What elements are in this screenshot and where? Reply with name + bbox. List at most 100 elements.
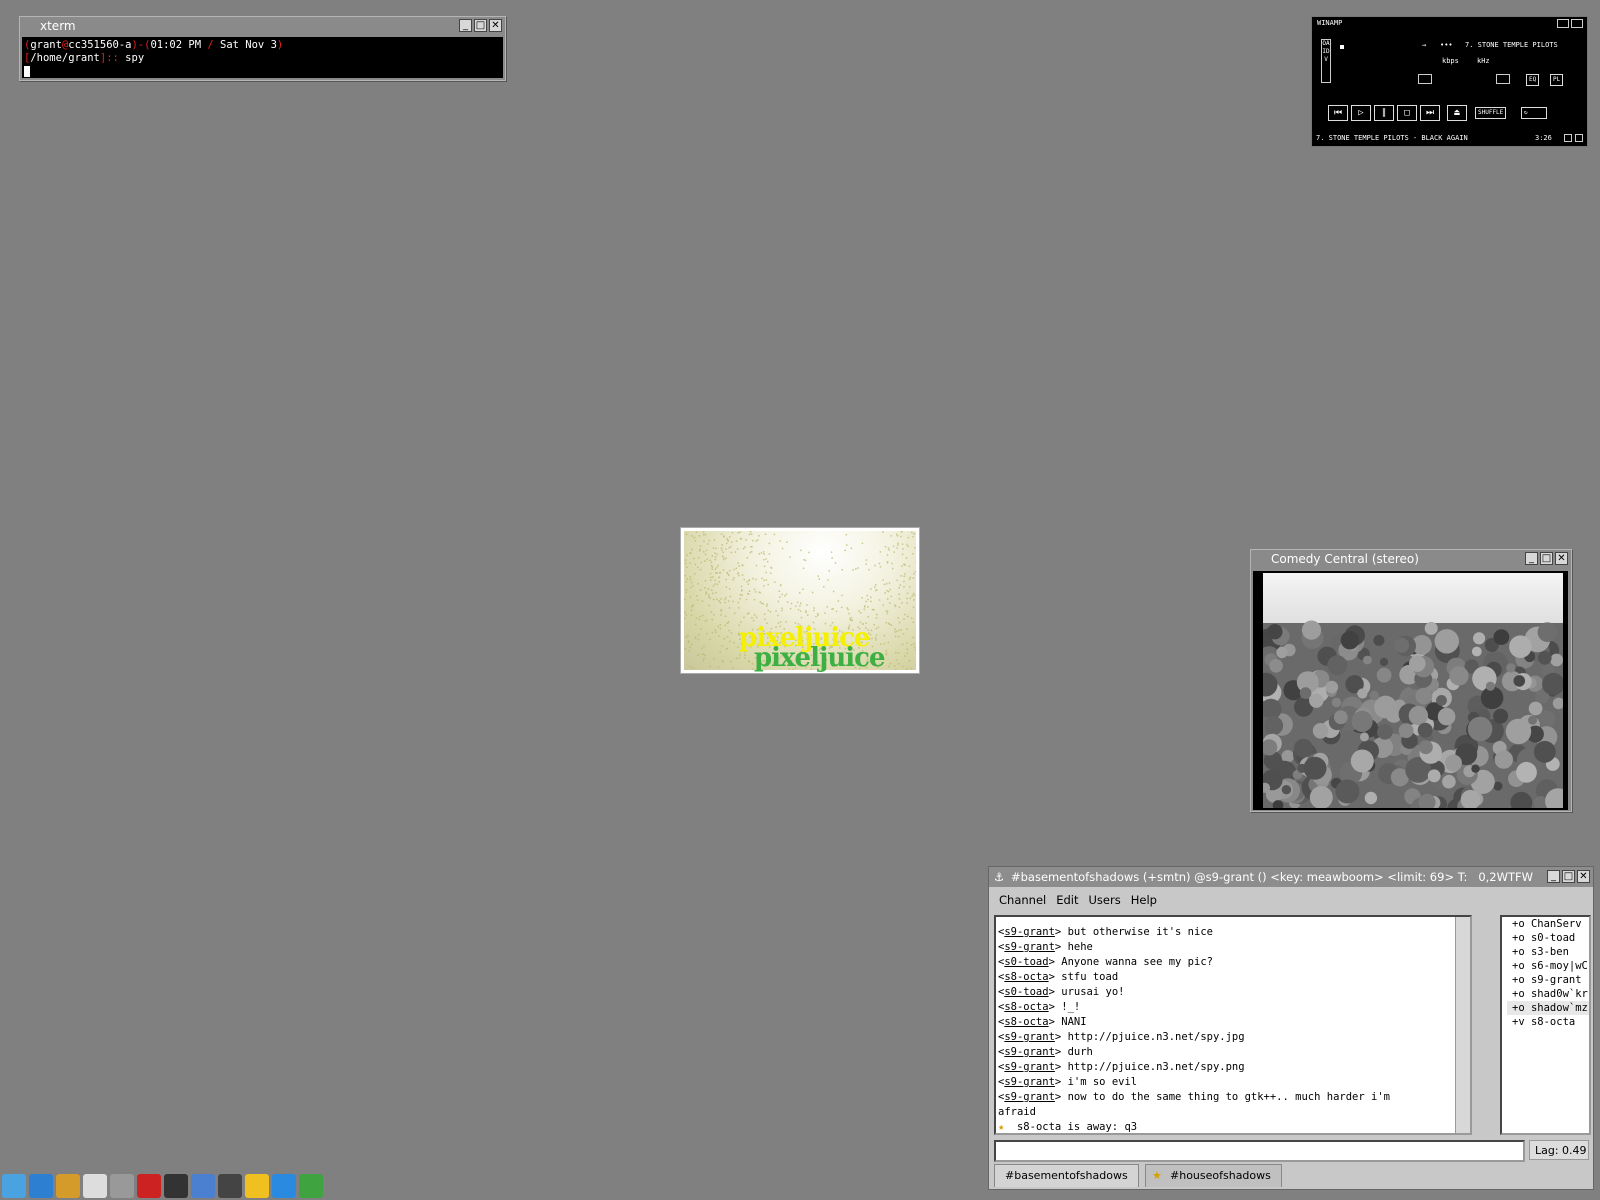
anchor-icon: ⚓ [994,870,1005,884]
terminal-area[interactable]: (grant@cc351560-a)-(01:02 PM / Sat Nov 3… [22,37,503,78]
tab-basementofshadows[interactable]: #basementofshadows [994,1164,1139,1187]
menu-users[interactable]: Users [1089,893,1121,907]
close-button[interactable]: ✕ [1555,552,1568,565]
chat-scrollbar[interactable] [1455,917,1470,1133]
chat-nick[interactable]: s8-octa [1004,1016,1048,1028]
winamp-options-button[interactable] [1557,19,1569,28]
chat-nick[interactable]: s9-grant [1004,926,1055,938]
user-list-item[interactable]: +o s3-ben [1507,945,1589,959]
winamp-player[interactable]: WINAMP OAIDV → ••• 7. STONE TEMPLE PILOT… [1311,16,1588,147]
launcher-dock [0,1174,323,1200]
chat-message: <s9-grant> durh [998,1046,1093,1058]
chat-nick[interactable]: s0-toad [1004,986,1048,998]
shuffle-button[interactable]: SHUFFLE [1475,107,1507,119]
menu-channel[interactable]: Channel [999,893,1046,907]
chat-nick[interactable]: s8-octa [1004,1001,1048,1013]
irc-titlebar[interactable]: ⚓ #basementofshadows (+smtn) @s9-grant (… [989,867,1593,887]
chat-nick[interactable]: s0-toad [1004,956,1048,968]
close-button[interactable]: ✕ [1577,870,1590,883]
pl-button[interactable]: PL [1550,74,1564,86]
chat-nick[interactable]: s9-grant [1004,1076,1055,1088]
khz-label: kHz [1477,57,1490,65]
terminal-cursor [24,65,30,77]
chat-nick[interactable]: s9-grant [1004,1061,1055,1073]
eject-button[interactable]: ⏏ [1447,105,1467,121]
restore-button[interactable] [1575,134,1583,142]
minimize-button[interactable]: _ [1547,870,1560,883]
message-input[interactable] [994,1140,1525,1162]
tv-titlebar[interactable]: Comedy Central (stereo) _ □ ✕ [1251,550,1571,568]
stop-indicator [1340,45,1344,49]
menu-help[interactable]: Help [1131,893,1157,907]
chat-nick[interactable]: s9-grant [1004,1046,1055,1058]
globe-icon[interactable] [29,1174,53,1198]
chat-nick[interactable]: s9-grant [1004,1031,1055,1043]
chat-text: i'm so evil [1067,1076,1138,1088]
computer-icon[interactable] [2,1174,26,1198]
irc-window[interactable]: ⚓ #basementofshadows (+smtn) @s9-grant (… [988,866,1594,1190]
chat-nick[interactable]: s8-octa [1004,971,1048,983]
menu-edit[interactable]: Edit [1056,893,1078,907]
chat-text: NANI [1061,1016,1087,1028]
tv-title: Comedy Central (stereo) [1271,552,1419,566]
eq-button[interactable]: EQ [1526,74,1540,86]
chat-text: durh [1067,1046,1093,1058]
maximize-button[interactable]: □ [474,19,487,32]
browser-icon[interactable] [56,1174,80,1198]
user-list-item[interactable]: +o s0-toad [1507,931,1589,945]
maximize-button[interactable]: □ [1540,552,1553,565]
chat-message: <s0-toad> Anyone wanna see my pic? [998,956,1213,968]
mail-icon[interactable] [83,1174,107,1198]
book-icon[interactable] [137,1174,161,1198]
stop-button[interactable]: □ [1397,105,1417,121]
play-button[interactable]: ▷ [1351,105,1371,121]
chat-log[interactable]: <s9-grant> but otherwise it's nice <s9-gr… [994,915,1472,1135]
linux-icon[interactable] [218,1174,242,1198]
next-button[interactable]: ⏭ [1420,105,1440,121]
maximize-button[interactable]: □ [1562,870,1575,883]
lightning-icon[interactable] [245,1174,269,1198]
user-list-item[interactable]: +o shadow`mz [1507,1001,1589,1015]
chat-nick[interactable]: s9-grant [1004,1091,1055,1103]
winamp-close-button[interactable] [1571,19,1583,28]
minimize-button[interactable]: _ [459,19,472,32]
dots-indicator: ••• [1440,41,1453,49]
xterm-titlebar[interactable]: xterm _ □ ✕ [20,17,505,35]
playlist-time: 3:26 [1535,134,1552,142]
irc-menubar: Channel Edit Users Help [999,893,1157,907]
xterm-window[interactable]: xterm _ □ ✕ (grant@cc351560-a)-(01:02 PM… [19,16,506,81]
shade-button[interactable] [1564,134,1572,142]
terminal-icon[interactable] [164,1174,188,1198]
tool-icon[interactable] [299,1174,323,1198]
mono-stereo-icon [1418,74,1432,84]
user-list[interactable]: +o ChanServ +o s0-toad +o s3-ben +o s6-moy|… [1500,915,1591,1135]
balance-icon[interactable] [1496,74,1510,84]
user-list-item[interactable]: +o s6-moy|wC [1507,959,1589,973]
star-icon: ★ [1152,1169,1162,1182]
chat-text: http://pjuice.n3.net/spy.png [1067,1061,1245,1073]
minimize-button[interactable]: _ [1525,552,1538,565]
user-list-item[interactable]: +o ChanServ [1507,917,1589,931]
tab-houseofshadows[interactable]: ★ #houseofshadows [1145,1164,1282,1187]
user-list-item[interactable]: +o shad0w`kr [1507,987,1589,1001]
pause-button[interactable]: ∥ [1374,105,1394,121]
chat-message: <s8-octa> !_! [998,1001,1081,1013]
user-list-item[interactable]: +v s8-octa [1507,1015,1589,1029]
previous-button[interactable]: ⏮ [1328,105,1348,121]
winamp-sidebar[interactable]: OAIDV [1321,39,1331,83]
chat-message: <s0-toad> urusai yo! [998,986,1125,998]
star-icon: ★ [998,1121,1005,1133]
close-button[interactable]: ✕ [489,19,502,32]
chat-nick[interactable]: s9-grant [1004,941,1055,953]
info-icon[interactable] [272,1174,296,1198]
users-icon[interactable] [191,1174,215,1198]
eye-icon[interactable] [110,1174,134,1198]
user-list-item[interactable]: +o s9-grant [1507,973,1589,987]
chat-text: hehe [1067,941,1093,953]
tv-window[interactable]: Comedy Central (stereo) _ □ ✕ [1250,549,1572,812]
chat-text: !_! [1061,1001,1081,1013]
repeat-button[interactable]: ↻ [1521,107,1547,119]
tv-video[interactable] [1253,571,1568,810]
winamp-title: WINAMP [1317,19,1343,27]
chat-message: <s8-octa> stfu toad [998,971,1119,983]
